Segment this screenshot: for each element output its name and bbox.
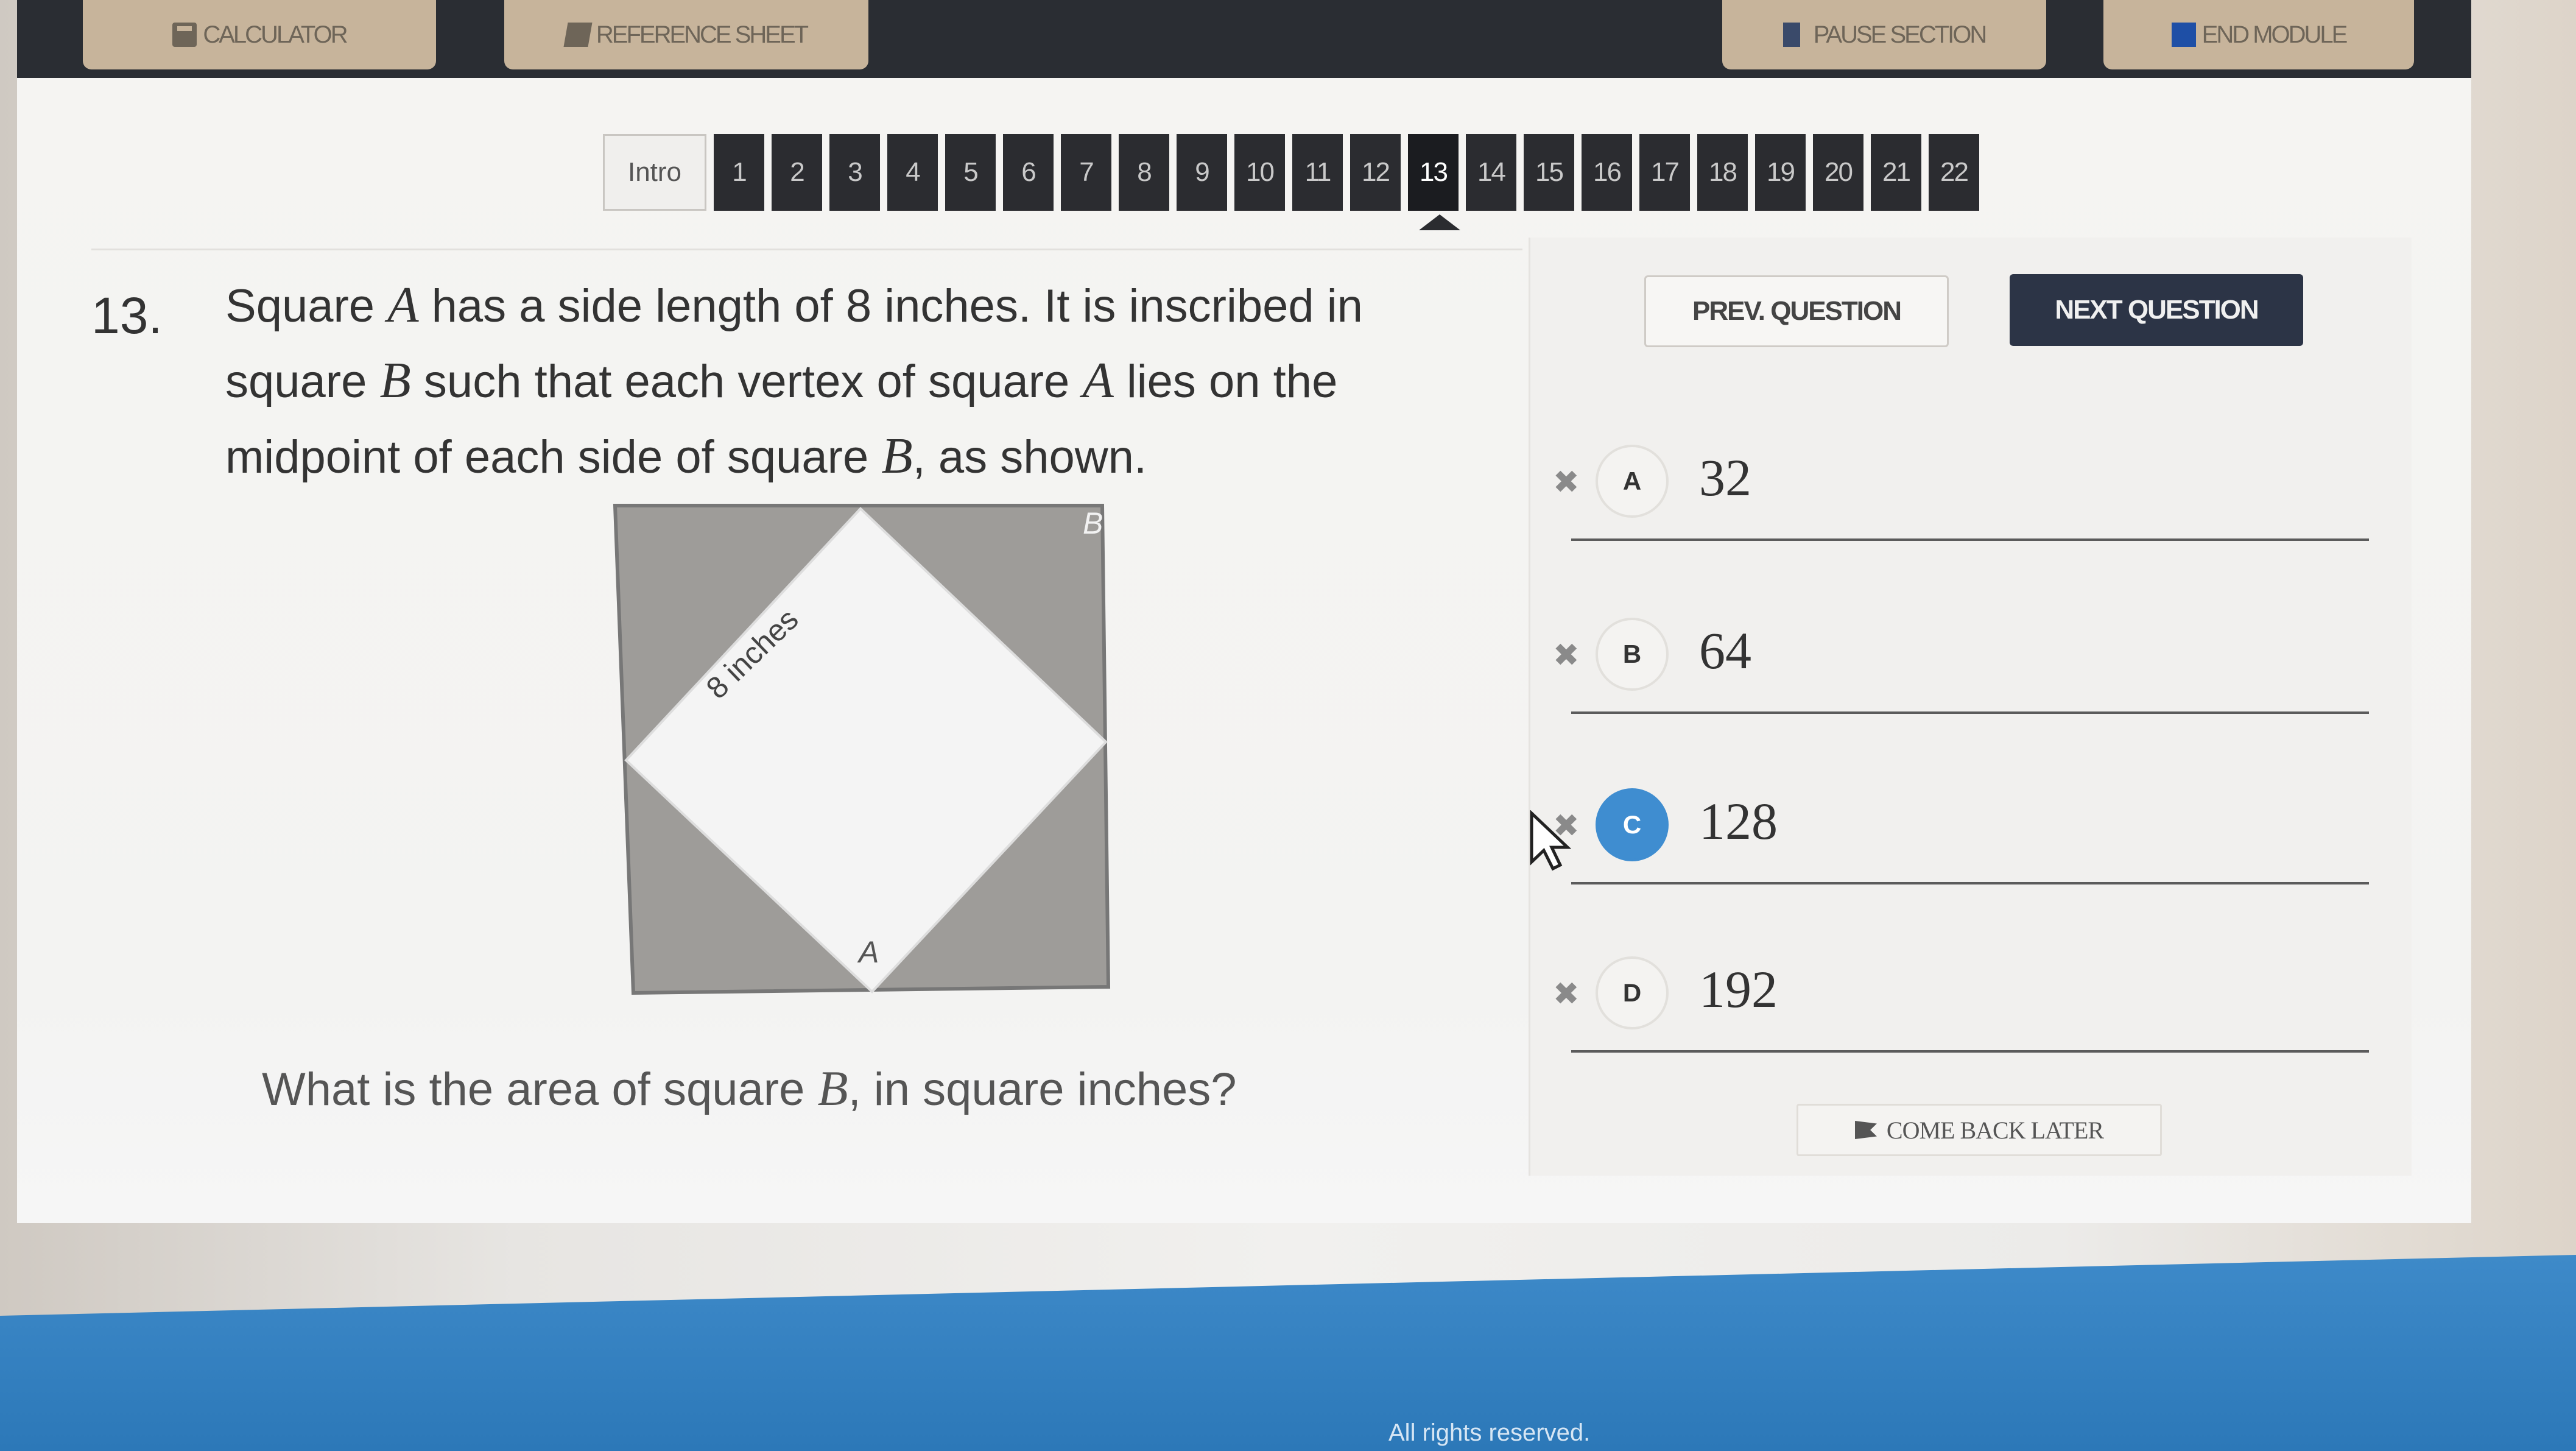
question-text: Square A has a side length of 8 inches. … <box>225 268 1443 495</box>
variable-a: A <box>387 277 419 333</box>
pause-section-button[interactable]: PAUSE SECTION <box>1722 0 2046 69</box>
end-module-icon <box>2171 23 2196 47</box>
nav-question-15[interactable]: 15 <box>1524 134 1574 211</box>
prompt-text: , in square inches? <box>848 1064 1237 1115</box>
prompt-text: What is the area of square <box>262 1064 818 1115</box>
end-module-button[interactable]: END MODULE <box>2103 0 2414 69</box>
reference-sheet-button[interactable]: REFERENCE SHEET <box>504 0 868 69</box>
come-back-later-label: COME BACK LATER <box>1886 1116 2104 1144</box>
choice-value: 32 <box>1699 448 1751 507</box>
nav-question-3[interactable]: 3 <box>829 134 880 211</box>
reference-sheet-label: REFERENCE SHEET <box>596 21 809 48</box>
nav-question-7[interactable]: 7 <box>1061 134 1111 211</box>
choice-divider <box>1571 711 2369 714</box>
nav-question-5[interactable]: 5 <box>945 134 996 211</box>
nav-question-21[interactable]: 21 <box>1871 134 1921 211</box>
reference-sheet-icon <box>563 23 593 47</box>
eliminate-icon[interactable]: ✖ <box>1553 976 1580 1012</box>
nav-intro[interactable]: Intro <box>603 134 706 211</box>
question-text-part: Square <box>225 280 388 332</box>
choice-divider <box>1571 538 2369 541</box>
answer-choice-c[interactable]: ✖ C 128 <box>1553 777 2375 884</box>
nav-question-12[interactable]: 12 <box>1350 134 1401 211</box>
copyright-text: All rights reserved. <box>1388 1419 1591 1446</box>
question-text-part: , as shown. <box>912 431 1147 483</box>
choice-value: 192 <box>1699 960 1778 1019</box>
label-a: A <box>857 935 879 969</box>
page-footer <box>0 1255 2576 1451</box>
nav-question-9[interactable]: 9 <box>1177 134 1227 211</box>
nav-question-6[interactable]: 6 <box>1003 134 1054 211</box>
divider <box>91 249 1522 250</box>
top-toolbar: CALCULATOR REFERENCE SHEET PAUSE SECTION… <box>17 0 2471 78</box>
nav-question-16[interactable]: 16 <box>1582 134 1632 211</box>
square-figure: B A 8 inches <box>609 500 1121 1002</box>
answer-choice-b[interactable]: ✖ B 64 <box>1553 607 2375 714</box>
variable-b: B <box>817 1061 848 1116</box>
mouse-cursor-icon <box>1530 810 1571 871</box>
nav-question-4[interactable]: 4 <box>887 134 938 211</box>
choice-letter[interactable]: C <box>1596 788 1669 861</box>
prev-question-button[interactable]: PREV. QUESTION <box>1644 275 1949 347</box>
current-question-indicator <box>1419 214 1460 230</box>
eliminate-icon[interactable]: ✖ <box>1553 464 1580 501</box>
choice-value: 128 <box>1699 792 1778 850</box>
answer-choice-a[interactable]: ✖ A 32 <box>1553 434 2375 541</box>
square-diagram: B A 8 inches <box>613 504 1111 995</box>
end-module-label: END MODULE <box>2201 21 2348 48</box>
variable-b: B <box>881 428 913 484</box>
nav-question-8[interactable]: 8 <box>1119 134 1169 211</box>
nav-question-22[interactable]: 22 <box>1929 134 1979 211</box>
pause-section-label: PAUSE SECTION <box>1813 21 1988 48</box>
nav-question-13[interactable]: 13 <box>1408 134 1459 211</box>
nav-question-1[interactable]: 1 <box>714 134 764 211</box>
choice-letter[interactable]: B <box>1596 618 1669 691</box>
nav-question-11[interactable]: 11 <box>1292 134 1343 211</box>
pause-icon <box>1782 23 1807 47</box>
variable-a: A <box>1082 352 1114 409</box>
nav-question-14[interactable]: 14 <box>1466 134 1516 211</box>
eliminate-icon[interactable]: ✖ <box>1553 637 1580 674</box>
question-navigator: Intro 1 2 3 4 5 6 7 8 9 10 11 12 13 14 1… <box>603 134 1979 211</box>
choice-divider <box>1571 882 2369 884</box>
nav-question-17[interactable]: 17 <box>1639 134 1690 211</box>
question-prompt: What is the area of square B, in square … <box>262 1060 1237 1117</box>
calculator-label: CALCULATOR <box>203 21 348 48</box>
choice-letter[interactable]: D <box>1596 956 1669 1029</box>
come-back-later-button[interactable]: COME BACK LATER <box>1797 1104 2162 1156</box>
answer-choice-d[interactable]: ✖ D 192 <box>1553 945 2375 1053</box>
question-number: 13. <box>91 287 163 344</box>
variable-b: B <box>379 352 411 409</box>
calculator-icon <box>172 23 197 47</box>
question-text-part: such that each vertex of square <box>410 356 1083 408</box>
label-b: B <box>1083 506 1103 540</box>
flag-icon <box>1854 1121 1877 1139</box>
nav-question-2[interactable]: 2 <box>772 134 822 211</box>
nav-question-20[interactable]: 20 <box>1813 134 1863 211</box>
calculator-button[interactable]: CALCULATOR <box>83 0 436 69</box>
choice-divider <box>1571 1050 2369 1053</box>
nav-question-18[interactable]: 18 <box>1697 134 1748 211</box>
nav-question-19[interactable]: 19 <box>1755 134 1806 211</box>
nav-question-10[interactable]: 10 <box>1234 134 1285 211</box>
choice-letter[interactable]: A <box>1596 445 1669 518</box>
next-question-button[interactable]: NEXT QUESTION <box>2010 274 2303 346</box>
choice-value: 64 <box>1699 621 1751 680</box>
